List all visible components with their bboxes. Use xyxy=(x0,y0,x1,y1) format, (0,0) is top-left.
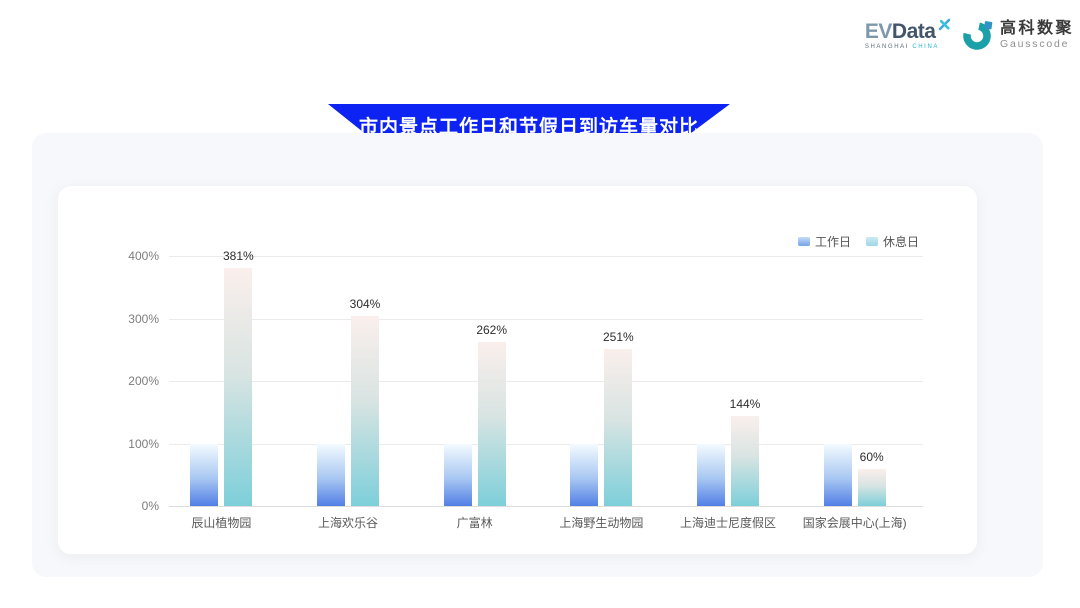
plot-area: 0%100%200%300%400%381%辰山植物园304%上海欢乐谷262%… xyxy=(169,256,923,506)
x-axis-label: 国家会展中心(上海) xyxy=(803,514,907,531)
bar-group: 60%国家会展中心(上海) xyxy=(791,256,918,506)
y-axis-tick: 200% xyxy=(59,373,159,389)
y-axis-tick: 400% xyxy=(59,248,159,264)
chart-legend: 工作日 休息日 xyxy=(798,233,919,250)
y-axis-tick: 100% xyxy=(59,436,159,452)
bar-workday xyxy=(570,444,598,507)
y-axis-tick: 300% xyxy=(59,311,159,327)
chart-card: 工作日 休息日 0%100%200%300%400%381%辰山植物园304%上… xyxy=(57,185,978,555)
legend-label-restday: 休息日 xyxy=(883,233,919,250)
evdata-data-text: Data xyxy=(892,20,936,43)
legend-item-restday[interactable]: 休息日 xyxy=(866,233,919,250)
bars-container: 381%辰山植物园304%上海欢乐谷262%广富林251%上海野生动物园144%… xyxy=(158,256,918,506)
bar-group: 251%上海野生动物园 xyxy=(538,256,665,506)
gausscode-en-label: Gausscode xyxy=(1000,38,1074,50)
evdata-subtext-right: CHINA xyxy=(912,44,939,50)
legend-swatch-restday-icon xyxy=(866,237,878,246)
evdata-subtext: SHANGHAI CHINA xyxy=(865,44,939,50)
header-logos: EVData SHANGHAI CHINA 高科数聚 Gausscode xyxy=(865,18,1074,52)
y-axis-tick: 0% xyxy=(59,498,159,514)
evdata-x-icon xyxy=(938,18,951,31)
bar-restday xyxy=(731,416,759,506)
chart-panel: 工作日 休息日 0%100%200%300%400%381%辰山植物园304%上… xyxy=(32,133,1043,577)
bar-restday xyxy=(478,342,506,506)
bar-value-label: 381% xyxy=(223,249,254,263)
legend-item-workday[interactable]: 工作日 xyxy=(798,233,851,250)
x-axis-label: 辰山植物园 xyxy=(191,514,251,531)
bar-value-label: 304% xyxy=(350,297,381,311)
bar-workday xyxy=(317,444,345,507)
legend-label-workday: 工作日 xyxy=(815,233,851,250)
bar-group: 262%广富林 xyxy=(411,256,538,506)
bar-value-label: 144% xyxy=(730,397,761,411)
x-axis-label: 广富林 xyxy=(457,514,493,531)
bar-workday xyxy=(444,444,472,507)
bar-value-label: 251% xyxy=(603,330,634,344)
bar-restday xyxy=(351,316,379,506)
bar-workday xyxy=(697,444,725,507)
bar-value-label: 262% xyxy=(476,323,507,337)
x-axis-label: 上海欢乐谷 xyxy=(318,514,378,531)
evdata-logo: EVData SHANGHAI CHINA xyxy=(865,21,949,50)
gausscode-icon xyxy=(963,18,995,52)
bar-restday xyxy=(224,268,252,506)
bar-workday xyxy=(824,444,852,507)
bar-restday xyxy=(858,469,886,507)
gridline xyxy=(169,506,923,507)
bar-group: 144%上海迪士尼度假区 xyxy=(665,256,792,506)
page: EVData SHANGHAI CHINA 高科数聚 Gausscode 市内景… xyxy=(0,0,1080,608)
gausscode-cn-label: 高科数聚 xyxy=(1000,20,1074,38)
gausscode-text: 高科数聚 Gausscode xyxy=(1000,20,1074,50)
bar-group: 304%上海欢乐谷 xyxy=(285,256,412,506)
gausscode-logo: 高科数聚 Gausscode xyxy=(963,18,1074,52)
bar-value-label: 60% xyxy=(860,450,884,464)
bar-restday xyxy=(604,349,632,506)
bar-group: 381%辰山植物园 xyxy=(158,256,285,506)
bar-workday xyxy=(190,444,218,507)
x-axis-label: 上海野生动物园 xyxy=(559,514,643,531)
legend-swatch-workday-icon xyxy=(798,237,810,246)
evdata-wordmark: EVData xyxy=(865,21,939,43)
evdata-ev-text: EV xyxy=(865,20,892,43)
x-axis-label: 上海迪士尼度假区 xyxy=(680,514,776,531)
evdata-subtext-left: SHANGHAI xyxy=(865,44,909,50)
